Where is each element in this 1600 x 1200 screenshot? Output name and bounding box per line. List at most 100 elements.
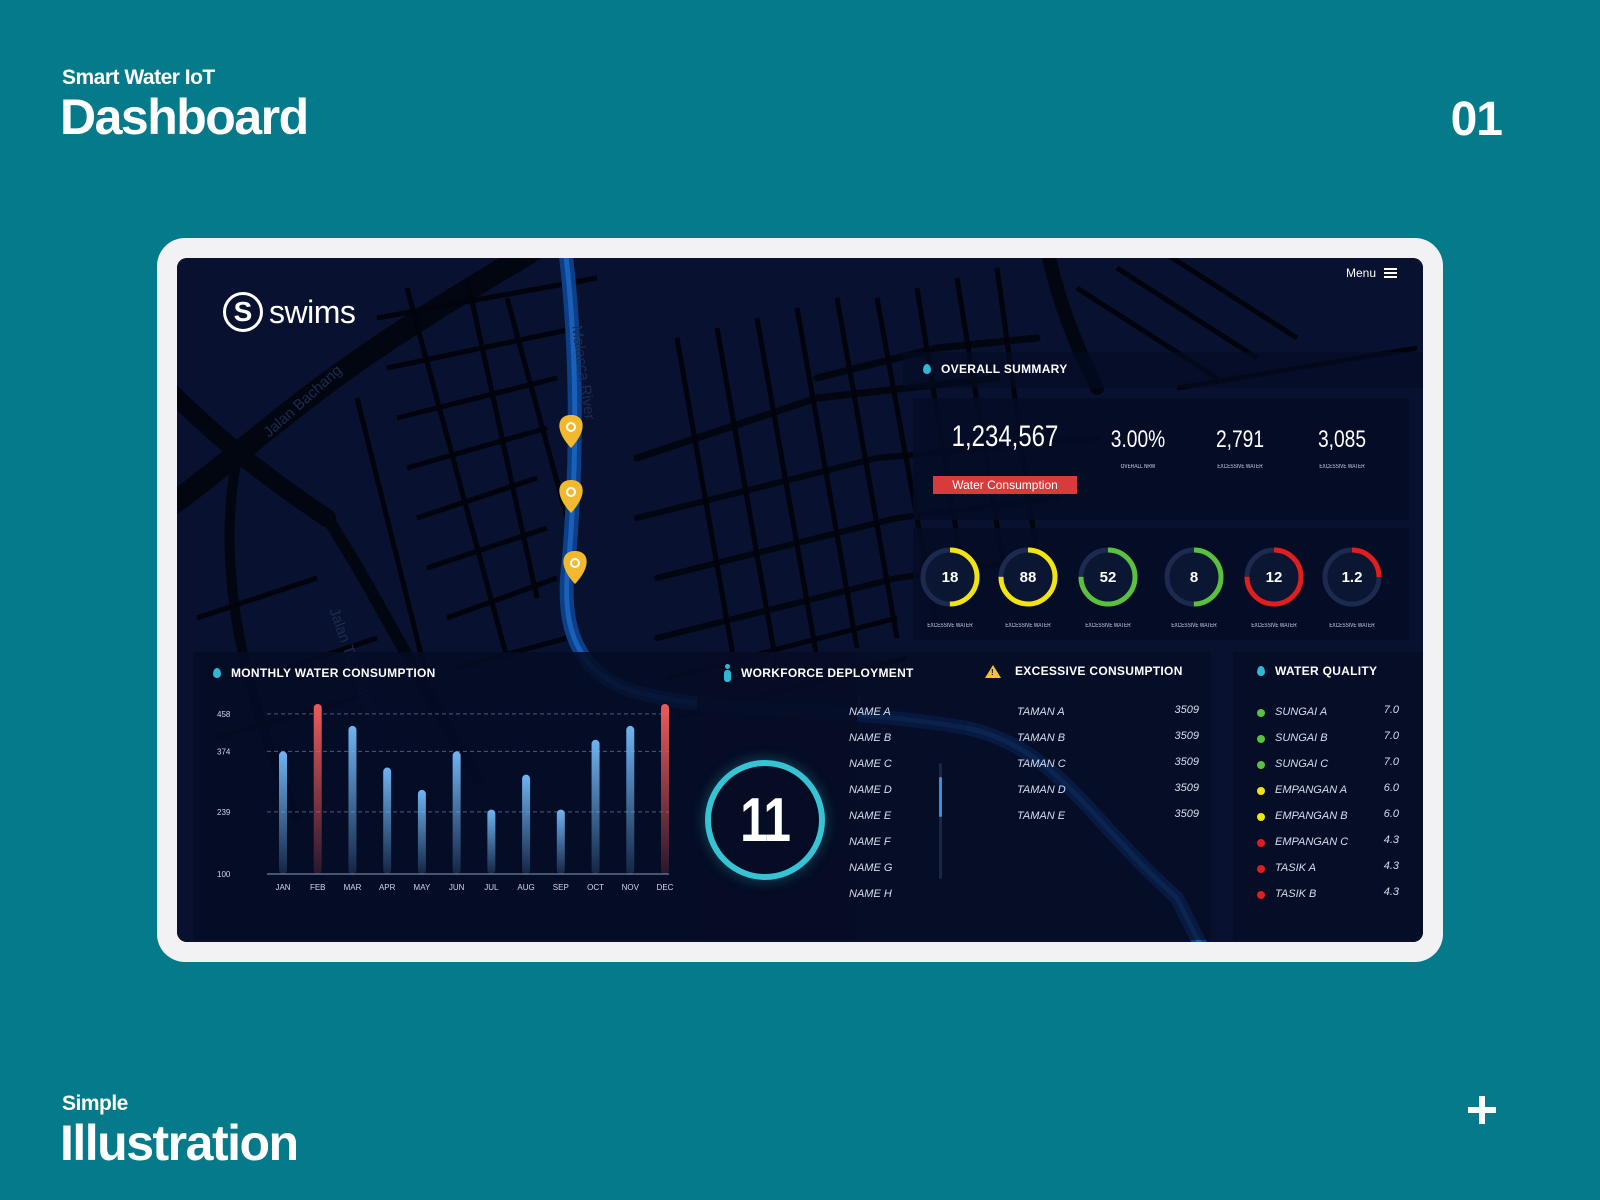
dashboard-screen: Jalan Bachang Malacca River Jalan Tun Fa… (177, 258, 1423, 942)
gauge: 18 EXCESSIVE WATER (917, 544, 983, 629)
workforce-name[interactable]: NAME G (849, 862, 892, 874)
page-number: 01 (1450, 93, 1503, 146)
bar (313, 704, 322, 874)
excessive-row-name[interactable]: TAMAN D (1017, 784, 1066, 796)
x-tick-label: APR (379, 883, 396, 892)
page-subtitle: Smart Water IoT (62, 66, 215, 89)
summary-title: OVERALL SUMMARY (923, 362, 1068, 376)
menu-label: Menu (1345, 266, 1376, 280)
excessive-row-name[interactable]: TAMAN C (1017, 758, 1066, 770)
excessive-row-value: 3509 (1174, 808, 1199, 820)
gauge-ring: 88 (998, 547, 1058, 607)
status-dot (1257, 787, 1265, 795)
hamburger-icon (1384, 268, 1397, 278)
bar (348, 725, 357, 874)
excessive-row-value: 3509 (1174, 704, 1199, 716)
x-tick-label: SEP (553, 883, 569, 892)
monthly-title: MONTHLY WATER CONSUMPTION (213, 666, 436, 680)
workforce-count: 11 (740, 785, 791, 855)
water-drop-icon (923, 364, 931, 374)
excessive-title: ! EXCESSIVE CONSUMPTION (985, 664, 1183, 678)
stat-value: 2,791 (1215, 426, 1265, 453)
x-tick-label: MAR (344, 883, 362, 892)
x-tick-label: MAY (414, 883, 431, 892)
workforce-count-ring: 11 (705, 760, 825, 880)
bar (522, 774, 531, 874)
gauge-caption: EXCESSIVE WATER (1085, 623, 1131, 629)
quality-row-name[interactable]: EMPANGAN A (1275, 784, 1347, 796)
gauge-value: 18 (942, 569, 959, 586)
gauge-ring: 18 (920, 547, 980, 607)
water-drop-icon (1257, 666, 1265, 676)
gauge-caption: EXCESSIVE WATER (1329, 623, 1375, 629)
status-dot (1257, 839, 1265, 847)
bar (626, 725, 635, 874)
quality-row-name[interactable]: EMPANGAN B (1275, 810, 1348, 822)
quality-row-name[interactable]: SUNGAI C (1275, 758, 1328, 770)
gauge-ring: 8 (1164, 547, 1224, 607)
workforce-name[interactable]: NAME E (849, 810, 891, 822)
y-tick-label: 239 (217, 808, 231, 817)
bar (661, 704, 669, 874)
monthly-title-label: MONTHLY WATER CONSUMPTION (231, 666, 436, 680)
quality-row-name[interactable]: TASIK B (1275, 888, 1316, 900)
quality-row-value: 7.0 (1383, 730, 1399, 742)
gauge-value: 8 (1190, 569, 1198, 586)
excessive-row-name[interactable]: TAMAN B (1017, 732, 1065, 744)
y-tick-label: 100 (217, 870, 231, 879)
quality-row-name[interactable]: SUNGAI B (1275, 732, 1328, 744)
status-dot (1257, 709, 1265, 717)
workforce-name[interactable]: NAME C (849, 758, 892, 770)
excessive-row-name[interactable]: TAMAN E (1017, 810, 1065, 822)
x-tick-label: NOV (622, 883, 640, 892)
gauge: 88 EXCESSIVE WATER (995, 544, 1061, 629)
logo-text: swims (269, 293, 356, 330)
workforce-name[interactable]: NAME B (849, 732, 891, 744)
gauge-value: 12 (1266, 569, 1283, 586)
summary-stats-panel: 1,234,567 Water Consumption 3.00% OVERAL… (913, 398, 1409, 520)
workforce-name[interactable]: NAME H (849, 888, 892, 900)
bar (591, 739, 600, 874)
scrollbar-thumb[interactable] (939, 777, 942, 817)
workforce-name[interactable]: NAME A (849, 706, 891, 718)
excessive-panel (967, 652, 1211, 940)
stat-caption: OVERALL NRW (1120, 464, 1156, 470)
gauge-caption: EXCESSIVE WATER (927, 623, 973, 629)
status-dot (1257, 891, 1265, 899)
logo-mark: S (223, 292, 263, 332)
status-dot (1257, 735, 1265, 743)
quality-title: WATER QUALITY (1257, 664, 1377, 678)
page-title: Dashboard (60, 89, 309, 145)
workforce-name[interactable]: NAME F (849, 836, 891, 848)
workforce-title: WORKFORCE DEPLOYMENT (723, 664, 914, 682)
gauge-caption: EXCESSIVE WATER (1251, 623, 1297, 629)
quality-row-name[interactable]: TASIK A (1275, 862, 1316, 874)
gauge: 12 EXCESSIVE WATER (1241, 544, 1307, 629)
stat-value: 3,085 (1317, 426, 1367, 453)
stat-caption: EXCESSIVE WATER (1319, 464, 1365, 470)
warning-icon: ! (985, 664, 1001, 678)
workforce-name[interactable]: NAME D (849, 784, 892, 796)
y-tick-label: 374 (217, 747, 231, 756)
excessive-row-name[interactable]: TAMAN A (1017, 706, 1065, 718)
quality-row-value: 7.0 (1383, 704, 1399, 716)
x-tick-label: JAN (275, 883, 290, 892)
workforce-scrollbar[interactable] (939, 763, 942, 879)
footer-title: Illustration (60, 1115, 299, 1171)
quality-row-name[interactable]: SUNGAI A (1275, 706, 1327, 718)
x-tick-label: JUN (449, 883, 465, 892)
gauge-value: 88 (1020, 569, 1037, 586)
x-tick-label: OCT (587, 883, 604, 892)
monthly-bar-chart: 100 239 374 458 JAN FEB MAR APR MAY JUN JUL AUG SEP O… (217, 704, 674, 892)
menu-button[interactable]: Menu (1346, 266, 1397, 280)
gauge: 8 EXCESSIVE WATER (1161, 544, 1227, 629)
quality-row-value: 4.3 (1383, 886, 1399, 898)
stat-caption: EXCESSIVE WATER (1217, 464, 1263, 470)
quality-row-value: 6.0 (1383, 808, 1399, 820)
excessive-title-label: EXCESSIVE CONSUMPTION (1015, 664, 1183, 678)
quality-row-name[interactable]: EMPANGAN C (1275, 836, 1348, 848)
gauge-value: 1.2 (1342, 569, 1363, 586)
status-dot (1257, 813, 1265, 821)
app-logo[interactable]: S swims (223, 292, 356, 332)
bar (556, 809, 565, 874)
